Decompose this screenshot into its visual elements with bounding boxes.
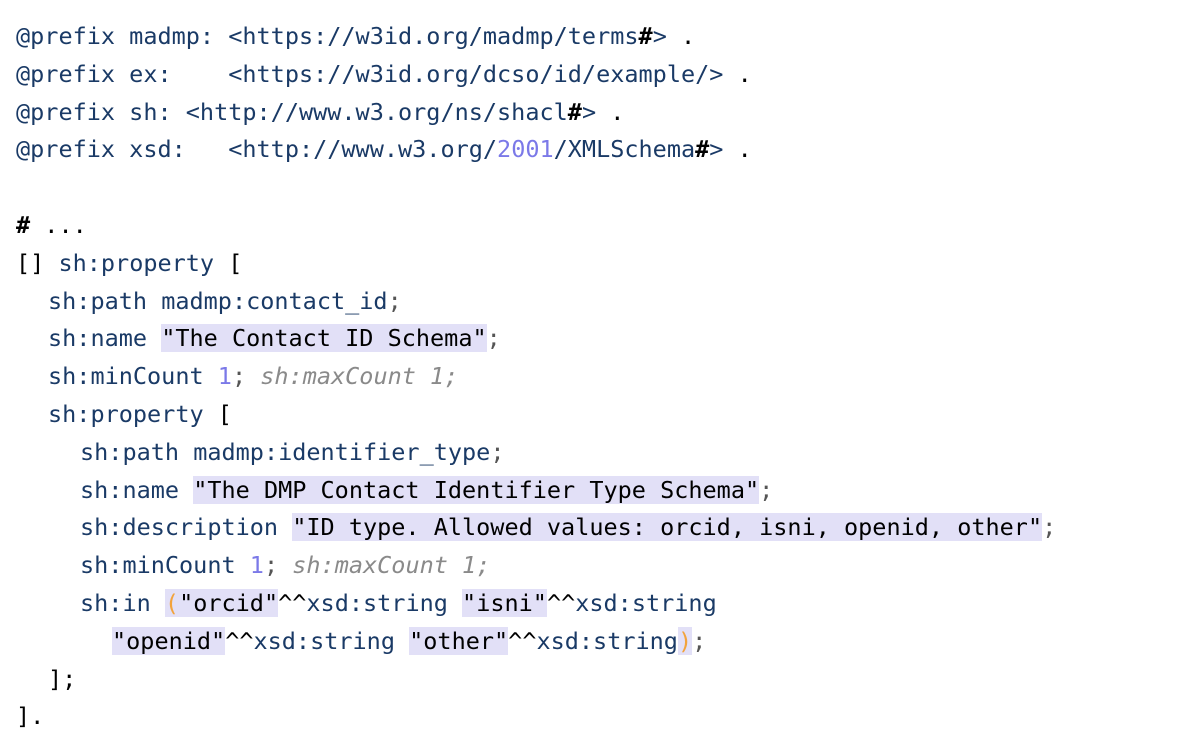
code-token-punct: ; bbox=[490, 437, 505, 466]
code-token-num: 2001 bbox=[497, 135, 554, 164]
code-token-lit: "openid" bbox=[112, 626, 226, 655]
code-token-kw: sh:path bbox=[48, 286, 148, 315]
code-token-kw: > bbox=[652, 22, 667, 50]
code-token-punct: ; bbox=[387, 286, 402, 315]
code-token-punct: ; bbox=[1042, 513, 1057, 542]
code-token-plain: ^^ bbox=[546, 588, 576, 617]
code-token-kw: madmp:contact_id bbox=[161, 286, 388, 315]
code-line: sh:path madmp:contact_id; bbox=[0, 283, 1200, 321]
code-line: @prefix xsd: <http://www.w3.org/2001/XML… bbox=[0, 131, 1200, 169]
code-token-kw: > bbox=[581, 97, 597, 126]
code-token-lit: "The Contact ID Schema" bbox=[161, 324, 487, 353]
code-token-plain: ^^ bbox=[225, 626, 254, 655]
code-token-italic: sh:maxCount 1; bbox=[292, 551, 491, 580]
code-token-plain: . bbox=[723, 59, 752, 88]
code-token-kw: sh:name bbox=[48, 324, 148, 353]
code-token-lit: "isni" bbox=[462, 588, 547, 617]
code-line: @prefix madmp: <https://w3id.org/madmp/t… bbox=[0, 18, 1200, 56]
code-token-punct: ; bbox=[263, 551, 279, 580]
code-token-plain: ^^ bbox=[278, 588, 307, 617]
code-token-kw: @prefix xsd: <http://www.w3.org/ bbox=[16, 135, 498, 164]
code-token-plain: . bbox=[666, 22, 696, 50]
code-token-plain: ... bbox=[30, 210, 87, 239]
code-token-punct: ; bbox=[231, 362, 247, 391]
code-token-kw: sh:in bbox=[80, 588, 151, 617]
code-token-kw: sh:property bbox=[48, 399, 204, 428]
code-token-kw: xsd:string bbox=[536, 626, 678, 655]
code-line: sh:minCount 1; sh:maxCount 1; bbox=[0, 547, 1200, 585]
code-token-kw: xsd:string bbox=[306, 588, 448, 617]
code-token-punct: ; bbox=[759, 475, 774, 504]
code-token-kw: sh:minCount bbox=[80, 551, 236, 580]
code-token-plain: [] bbox=[16, 248, 59, 277]
code-token-paren-hl: ( bbox=[164, 588, 180, 617]
code-line: ]. bbox=[0, 698, 1200, 736]
code-token-plain: ^^ bbox=[508, 626, 537, 655]
code-token-lit: "ID type. Allowed values: orcid, isni, o… bbox=[292, 513, 1043, 542]
code-token-hash: # bbox=[695, 135, 710, 164]
code-line: sh:in ("orcid"^^xsd:string "isni"^^xsd:s… bbox=[0, 585, 1200, 623]
code-line: sh:name "The DMP Contact Identifier Type… bbox=[0, 472, 1200, 510]
code-token-lit: "orcid" bbox=[179, 588, 279, 617]
code-line: sh:minCount 1; sh:maxCount 1; bbox=[0, 358, 1200, 396]
code-token-plain: . bbox=[723, 135, 752, 164]
code-token-paren-hl: ) bbox=[677, 626, 693, 655]
code-line: [] sh:property [ bbox=[0, 245, 1200, 283]
code-line: sh:path madmp:identifier_type; bbox=[0, 434, 1200, 472]
code-token-lit: "The DMP Contact Identifier Type Schema" bbox=[193, 475, 760, 504]
code-token-plain: [ bbox=[203, 399, 232, 428]
code-line: # ... bbox=[0, 207, 1200, 245]
code-token-lit: "other" bbox=[409, 626, 509, 655]
code-token-kw: @prefix sh: <http://www.w3.org/ns/shacl bbox=[16, 97, 568, 126]
code-line: sh:property [ bbox=[0, 396, 1200, 434]
code-listing: @prefix madmp: <https://w3id.org/madmp/t… bbox=[0, 0, 1200, 740]
code-line: sh:name "The Contact ID Schema"; bbox=[0, 320, 1200, 358]
code-token-kw: /XMLSchema bbox=[553, 135, 696, 164]
code-token-kw: xsd:string bbox=[253, 626, 395, 655]
code-token-plain: ]. bbox=[16, 702, 45, 731]
code-token-plain: ]; bbox=[48, 664, 77, 693]
code-token-kw: sh:path bbox=[80, 437, 180, 466]
code-line: "openid"^^xsd:string "other"^^xsd:string… bbox=[0, 623, 1200, 661]
code-token-kw: sh:property bbox=[58, 248, 215, 277]
code-token-kw: sh:minCount bbox=[48, 362, 204, 391]
code-token-punct: ; bbox=[486, 324, 501, 353]
code-token-num: 1 bbox=[217, 362, 232, 391]
code-token-kw: madmp:identifier_type bbox=[193, 437, 491, 466]
code-token-kw: @prefix madmp: <https://w3id.org/madmp/t… bbox=[16, 22, 639, 50]
code-token-kw: sh:description bbox=[80, 513, 279, 542]
code-line: @prefix ex: <https://w3id.org/dcso/id/ex… bbox=[0, 56, 1200, 94]
code-token-plain: [ bbox=[214, 248, 243, 277]
code-token-punct: ; bbox=[692, 626, 707, 655]
code-token-plain: . bbox=[596, 97, 625, 126]
code-token-num: 1 bbox=[249, 551, 264, 580]
code-token-kw: > bbox=[709, 135, 724, 164]
code-token-hash: # bbox=[567, 97, 582, 126]
code-token-kw: @prefix ex: <https://w3id.org/dcso/id/ex… bbox=[16, 59, 724, 88]
code-line: sh:description "ID type. Allowed values:… bbox=[0, 509, 1200, 547]
code-token-hash: # bbox=[638, 22, 653, 50]
code-token-hash: # bbox=[16, 210, 31, 239]
code-token-kw: xsd:string bbox=[575, 588, 717, 617]
code-line: @prefix sh: <http://www.w3.org/ns/shacl#… bbox=[0, 94, 1200, 132]
code-token-italic: sh:maxCount 1; bbox=[260, 362, 459, 391]
code-line: ]; bbox=[0, 661, 1200, 699]
code-token-kw: sh:name bbox=[80, 475, 180, 504]
